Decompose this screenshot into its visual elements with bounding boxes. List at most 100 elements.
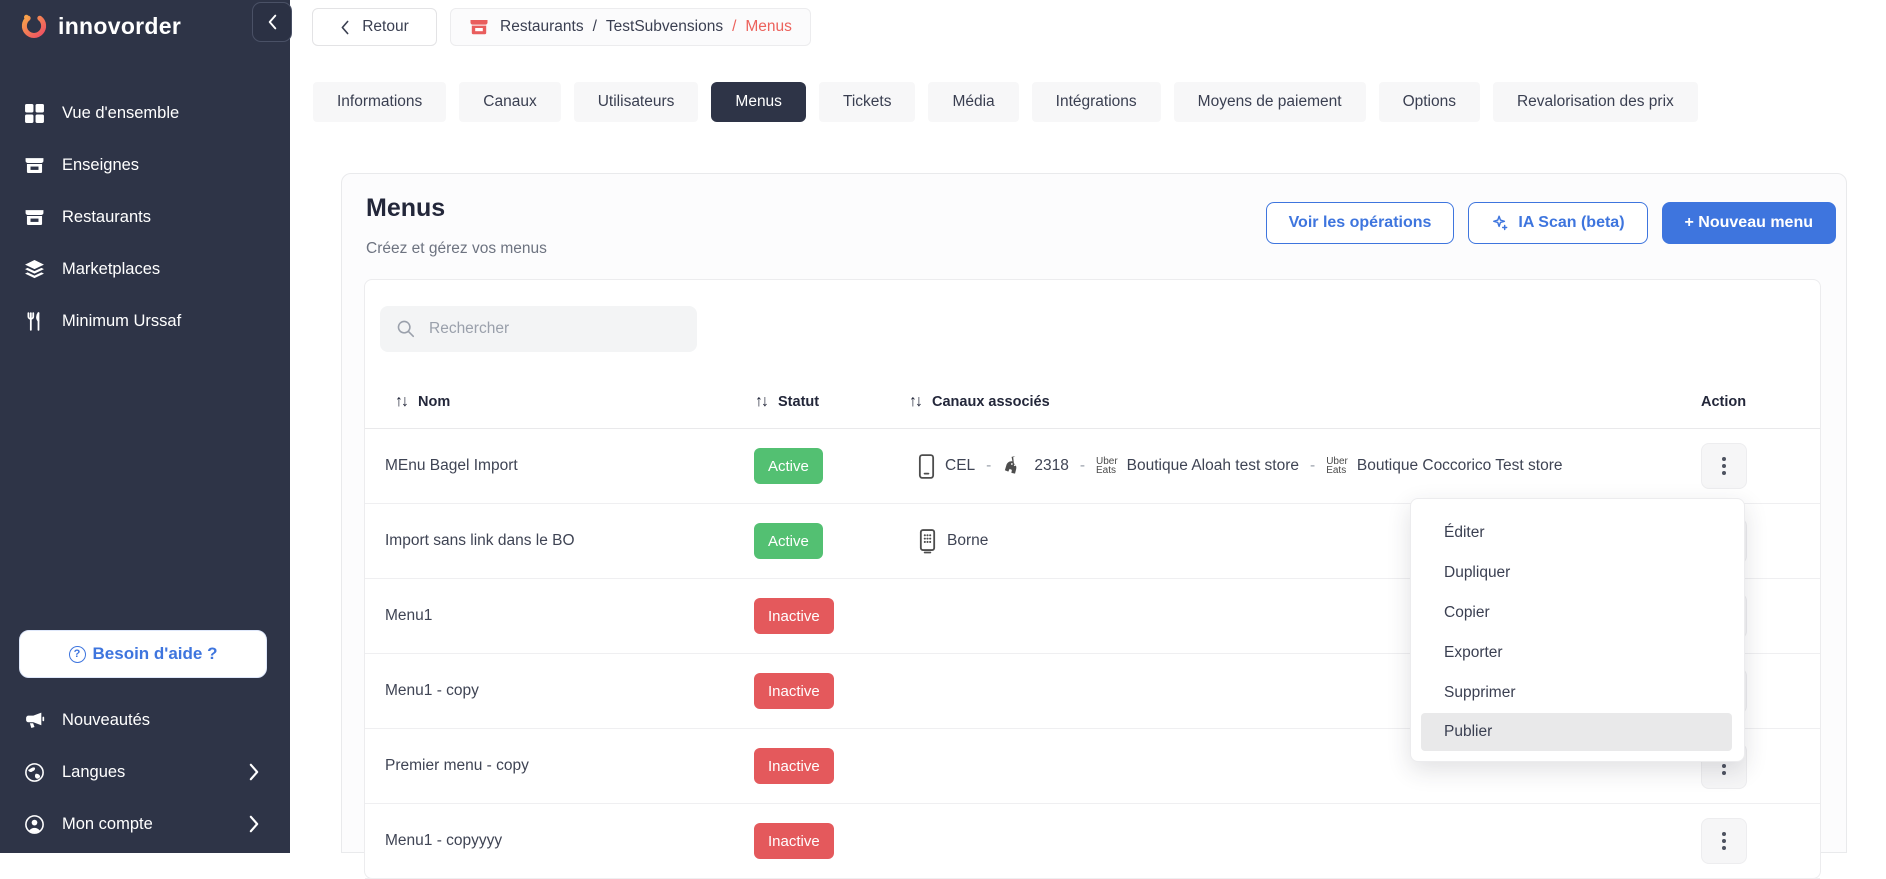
cutlery-icon	[22, 309, 46, 333]
channel-label: Boutique Coccorico Test store	[1357, 457, 1563, 475]
tab-menus[interactable]: Menus	[711, 82, 806, 122]
menu-item-copier[interactable]: Copier	[1411, 593, 1744, 633]
breadcrumb[interactable]: Restaurants / TestSubvensions / Menus	[450, 8, 811, 46]
column-header-canaux-associ-s[interactable]: ↑↓ Canaux associés	[897, 393, 1697, 411]
sidebar-item-label: Mon compte	[62, 815, 153, 834]
layers-icon	[22, 257, 46, 281]
status-cell: Inactive	[754, 823, 897, 859]
menu-item-diter[interactable]: Éditer	[1411, 513, 1744, 553]
status-cell: Inactive	[754, 598, 897, 634]
chevron-left-icon	[340, 20, 350, 35]
account-icon	[22, 812, 46, 836]
sidebar-item-enseignes[interactable]: Enseignes	[0, 139, 290, 191]
deliveroo-icon	[1002, 455, 1025, 478]
menu-item-publier[interactable]: Publier	[1421, 713, 1732, 751]
column-header-label: Canaux associés	[932, 394, 1050, 410]
table-row-menu-bagel-import: MEnu Bagel ImportActiveCEL-2318-UberEats…	[365, 429, 1820, 504]
row-actions-menu: ÉditerDupliquerCopierExporterSupprimerPu…	[1410, 498, 1745, 762]
search-icon	[396, 319, 416, 339]
breadcrumb-part: Restaurants	[500, 18, 584, 36]
action-cell	[1697, 818, 1820, 864]
new-menu-button[interactable]: + Nouveau menu	[1662, 202, 1836, 244]
sidebar-nav: Vue d'ensemble Enseignes RestaurantsMarket…	[0, 87, 290, 347]
sidebar-item-nouveaut-s[interactable]: Nouveautés	[0, 694, 290, 746]
status-cell: Inactive	[754, 673, 897, 709]
channel-separator: -	[1078, 457, 1087, 475]
channel-label: CEL	[945, 457, 975, 475]
column-header-label: Statut	[778, 394, 819, 410]
column-header-action: Action	[1697, 394, 1820, 410]
status-cell: Active	[754, 448, 897, 484]
status-badge: Inactive	[754, 823, 834, 859]
ia-scan-button[interactable]: IA Scan (beta)	[1468, 202, 1647, 244]
new-menu-label: + Nouveau menu	[1685, 214, 1813, 232]
channel-label: Boutique Aloah test store	[1127, 457, 1299, 475]
tab-canaux[interactable]: Canaux	[459, 82, 560, 122]
search-input[interactable]	[429, 320, 681, 338]
chevron-right-icon	[248, 763, 260, 781]
innovorder-logo: innovorder	[20, 12, 181, 40]
uber-eats-icon: UberEats	[1326, 457, 1348, 475]
row-actions-button[interactable]	[1701, 818, 1747, 864]
tab-utilisateurs[interactable]: Utilisateurs	[574, 82, 699, 122]
sort-icon[interactable]: ↑↓	[755, 393, 767, 411]
sidebar-item-vue-d-ensemble[interactable]: Vue d'ensemble	[0, 87, 290, 139]
view-operations-label: Voir les opérations	[1289, 214, 1432, 232]
storefront-icon	[469, 17, 491, 37]
channel-label: Borne	[947, 532, 988, 550]
sidebar-item-restaurants[interactable]: Restaurants	[0, 191, 290, 243]
search-box[interactable]	[380, 306, 697, 352]
globe-icon	[22, 760, 46, 784]
tab-options[interactable]: Options	[1379, 82, 1480, 122]
sidebar-item-minimum-urssaf[interactable]: Minimum Urssaf	[0, 295, 290, 347]
breadcrumb-current: Menus	[745, 18, 792, 36]
menu-item-dupliquer[interactable]: Dupliquer	[1411, 553, 1744, 593]
menu-item-exporter[interactable]: Exporter	[1411, 633, 1744, 673]
status-badge: Active	[754, 523, 823, 559]
sidebar-collapse-button[interactable]	[252, 2, 292, 42]
back-button-label: Retour	[362, 18, 409, 36]
sidebar-item-label: Minimum Urssaf	[62, 312, 181, 331]
menu-item-supprimer[interactable]: Supprimer	[1411, 673, 1744, 713]
menu-name: Menu1 - copy	[365, 682, 754, 700]
tab-revalorisation-des-prix[interactable]: Revalorisation des prix	[1493, 82, 1698, 122]
uber-eats-icon: UberEats	[1096, 457, 1118, 475]
status-cell: Active	[754, 523, 897, 559]
settings-tabs: Informations Canaux Utilisateurs Menus Ticke…	[313, 82, 1698, 122]
tab-m-dia[interactable]: Média	[928, 82, 1018, 122]
sidebar-item-mon-compte[interactable]: Mon compte	[0, 798, 290, 850]
row-actions-button[interactable]	[1701, 443, 1747, 489]
action-cell	[1697, 443, 1820, 489]
view-operations-button[interactable]: Voir les opérations	[1266, 202, 1455, 244]
panel-actions: Voir les opérations IA Scan (beta) + Nou…	[1266, 202, 1836, 244]
help-button[interactable]: ? Besoin d'aide ?	[19, 630, 267, 678]
sidebar-item-langues[interactable]: Langues	[0, 746, 290, 798]
tab-moyens-de-paiement[interactable]: Moyens de paiement	[1174, 82, 1366, 122]
status-badge: Active	[754, 448, 823, 484]
channel-separator: -	[984, 457, 993, 475]
status-cell: Inactive	[754, 748, 897, 784]
column-header-statut[interactable]: ↑↓ Statut	[754, 393, 897, 411]
help-button-label: Besoin d'aide ?	[93, 644, 218, 664]
menu-name: MEnu Bagel Import	[365, 457, 754, 475]
sidebar-item-marketplaces[interactable]: Marketplaces	[0, 243, 290, 295]
menu-name: Menu1	[365, 607, 754, 625]
innovorder-logo-icon	[20, 12, 48, 40]
column-header-nom[interactable]: ↑↓ Nom	[365, 393, 754, 411]
storefront-icon	[22, 205, 46, 229]
tab-informations[interactable]: Informations	[313, 82, 446, 122]
tab-tickets[interactable]: Tickets	[819, 82, 916, 122]
sort-icon[interactable]: ↑↓	[909, 393, 921, 411]
back-button[interactable]: Retour	[312, 8, 437, 46]
sort-icon[interactable]: ↑↓	[395, 393, 407, 411]
kiosk-icon	[917, 528, 938, 555]
breadcrumb-separator: /	[732, 18, 736, 36]
channel-label: 2318	[1034, 457, 1068, 475]
storefront-icon	[22, 153, 46, 177]
column-header-label: Nom	[418, 394, 450, 410]
tab-int-grations[interactable]: Intégrations	[1032, 82, 1161, 122]
sidebar-item-label: Vue d'ensemble	[62, 104, 179, 123]
sidebar-bottom-nav: NouveautésLangues Mon compte	[0, 694, 290, 850]
page-subtitle: Créez et gérez vos menus	[366, 240, 547, 258]
sidebar-item-label: Enseignes	[62, 156, 139, 175]
